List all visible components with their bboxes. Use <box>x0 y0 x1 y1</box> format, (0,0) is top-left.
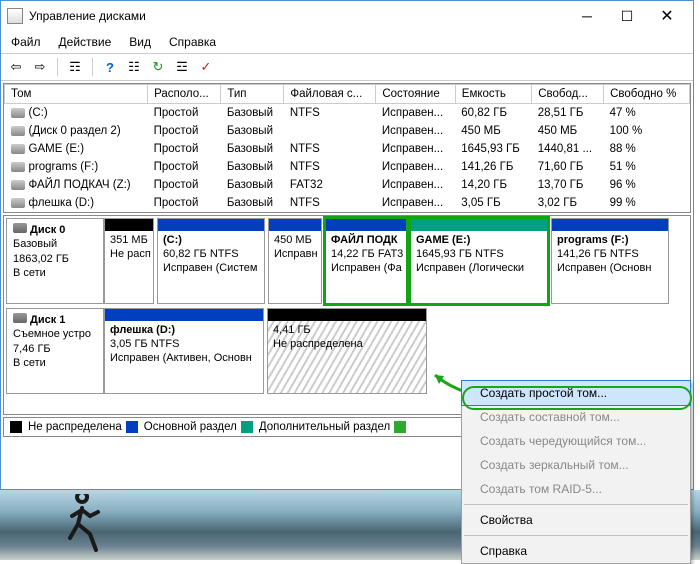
ctx-help[interactable]: Справка <box>462 539 690 563</box>
table-row[interactable]: programs (F:)ПростойБазовыйNTFSИсправен.… <box>5 158 690 176</box>
ctx-create-raid5-volume: Создать том RAID-5... <box>462 477 690 501</box>
close-button[interactable]: ✕ <box>647 2 687 30</box>
partition[interactable]: programs (F:)141,26 ГБ NTFSИсправен (Осн… <box>551 218 669 304</box>
menu-help[interactable]: Справка <box>169 35 216 49</box>
titlebar: Управление дисками ─ ☐ ✕ <box>1 1 693 31</box>
panel-icon[interactable]: ☶ <box>64 56 86 78</box>
legend-swatch-extended <box>241 421 253 433</box>
table-row[interactable]: GAME (E:)ПростойБазовыйNTFSИсправен...16… <box>5 140 690 158</box>
volume-table[interactable]: ТомРасполо...ТипФайловая с...СостояниеЕм… <box>3 83 691 213</box>
disk-row-0: Диск 0 Базовый 1863,02 ГБ В сети 351 МБН… <box>6 218 688 304</box>
minimize-button[interactable]: ─ <box>567 2 607 30</box>
app-icon <box>7 8 23 24</box>
forward-icon[interactable]: ⇨ <box>29 56 51 78</box>
maximize-button[interactable]: ☐ <box>607 2 647 30</box>
wallpaper-figure <box>60 494 110 558</box>
disk-label-0[interactable]: Диск 0 Базовый 1863,02 ГБ В сети <box>6 218 104 304</box>
table-row[interactable]: (C:)ПростойБазовыйNTFSИсправен...60,82 Г… <box>5 104 690 123</box>
partition[interactable]: ФАЙЛ ПОДК14,22 ГБ FAT3Исправен (Фа <box>325 218 407 304</box>
column-header[interactable]: Располо... <box>148 85 221 104</box>
legend-swatch-unallocated <box>10 421 22 433</box>
ctx-create-striped-volume: Создать чередующийся том... <box>462 429 690 453</box>
legend-swatch-primary <box>126 421 138 433</box>
ctx-create-mirrored-volume: Создать зеркальный том... <box>462 453 690 477</box>
table-row[interactable]: ФАЙЛ ПОДКАЧ (Z:)ПростойБазовыйFAT32Испра… <box>5 176 690 194</box>
menu-file[interactable]: Файл <box>11 35 41 49</box>
disk-icon <box>13 223 27 233</box>
back-icon[interactable]: ⇦ <box>5 56 27 78</box>
ctx-create-spanned-volume: Создать составной том... <box>462 405 690 429</box>
table-row[interactable]: флешка (D:)ПростойБазовыйNTFSИсправен...… <box>5 194 690 212</box>
table-row[interactable]: (Диск 0 раздел 2)ПростойБазовыйИсправен.… <box>5 122 690 140</box>
partition[interactable]: 351 МБНе расп <box>104 218 154 304</box>
column-header[interactable]: Свободно % <box>604 85 690 104</box>
legend-label: Дополнительный раздел <box>259 421 390 433</box>
column-header[interactable]: Тип <box>221 85 284 104</box>
partition[interactable]: 4,41 ГБНе распределена <box>267 308 427 394</box>
partition[interactable]: 450 МБИсправн <box>268 218 322 304</box>
menu-view[interactable]: Вид <box>129 35 151 49</box>
column-header[interactable]: Свобод... <box>532 85 604 104</box>
help-icon[interactable]: ? <box>99 56 121 78</box>
menu-action[interactable]: Действие <box>59 35 112 49</box>
toolbar: ⇦ ⇨ ☶ ? ☷ ↻ ☲ ✓ <box>1 53 693 81</box>
column-header[interactable]: Емкость <box>455 85 531 104</box>
legend-label: Основной раздел <box>144 421 237 433</box>
column-header[interactable]: Состояние <box>376 85 455 104</box>
legend-swatch-extra <box>394 421 406 433</box>
ctx-create-simple-volume[interactable]: Создать простой том... <box>462 381 690 405</box>
column-header[interactable]: Том <box>5 85 148 104</box>
window-title: Управление дисками <box>29 9 567 23</box>
partition[interactable]: (C:)60,82 ГБ NTFSИсправен (Систем <box>157 218 265 304</box>
list-icon[interactable]: ☲ <box>171 56 193 78</box>
partition[interactable]: GAME (E:)1645,93 ГБ NTFSИсправен (Логиче… <box>410 218 548 304</box>
partition[interactable]: флешка (D:)3,05 ГБ NTFSИсправен (Активен… <box>104 308 264 394</box>
disk-icon <box>13 313 27 323</box>
context-menu: Создать простой том... Создать составной… <box>461 380 691 564</box>
check-icon[interactable]: ✓ <box>195 56 217 78</box>
legend-label: Не распределена <box>28 421 122 433</box>
ctx-properties[interactable]: Свойства <box>462 508 690 532</box>
disk-label-1[interactable]: Диск 1 Съемное устро 7,46 ГБ В сети <box>6 308 104 394</box>
column-header[interactable]: Файловая с... <box>284 85 376 104</box>
refresh-icon[interactable]: ↻ <box>147 56 169 78</box>
view-icon[interactable]: ☷ <box>123 56 145 78</box>
menubar: Файл Действие Вид Справка <box>1 31 693 53</box>
